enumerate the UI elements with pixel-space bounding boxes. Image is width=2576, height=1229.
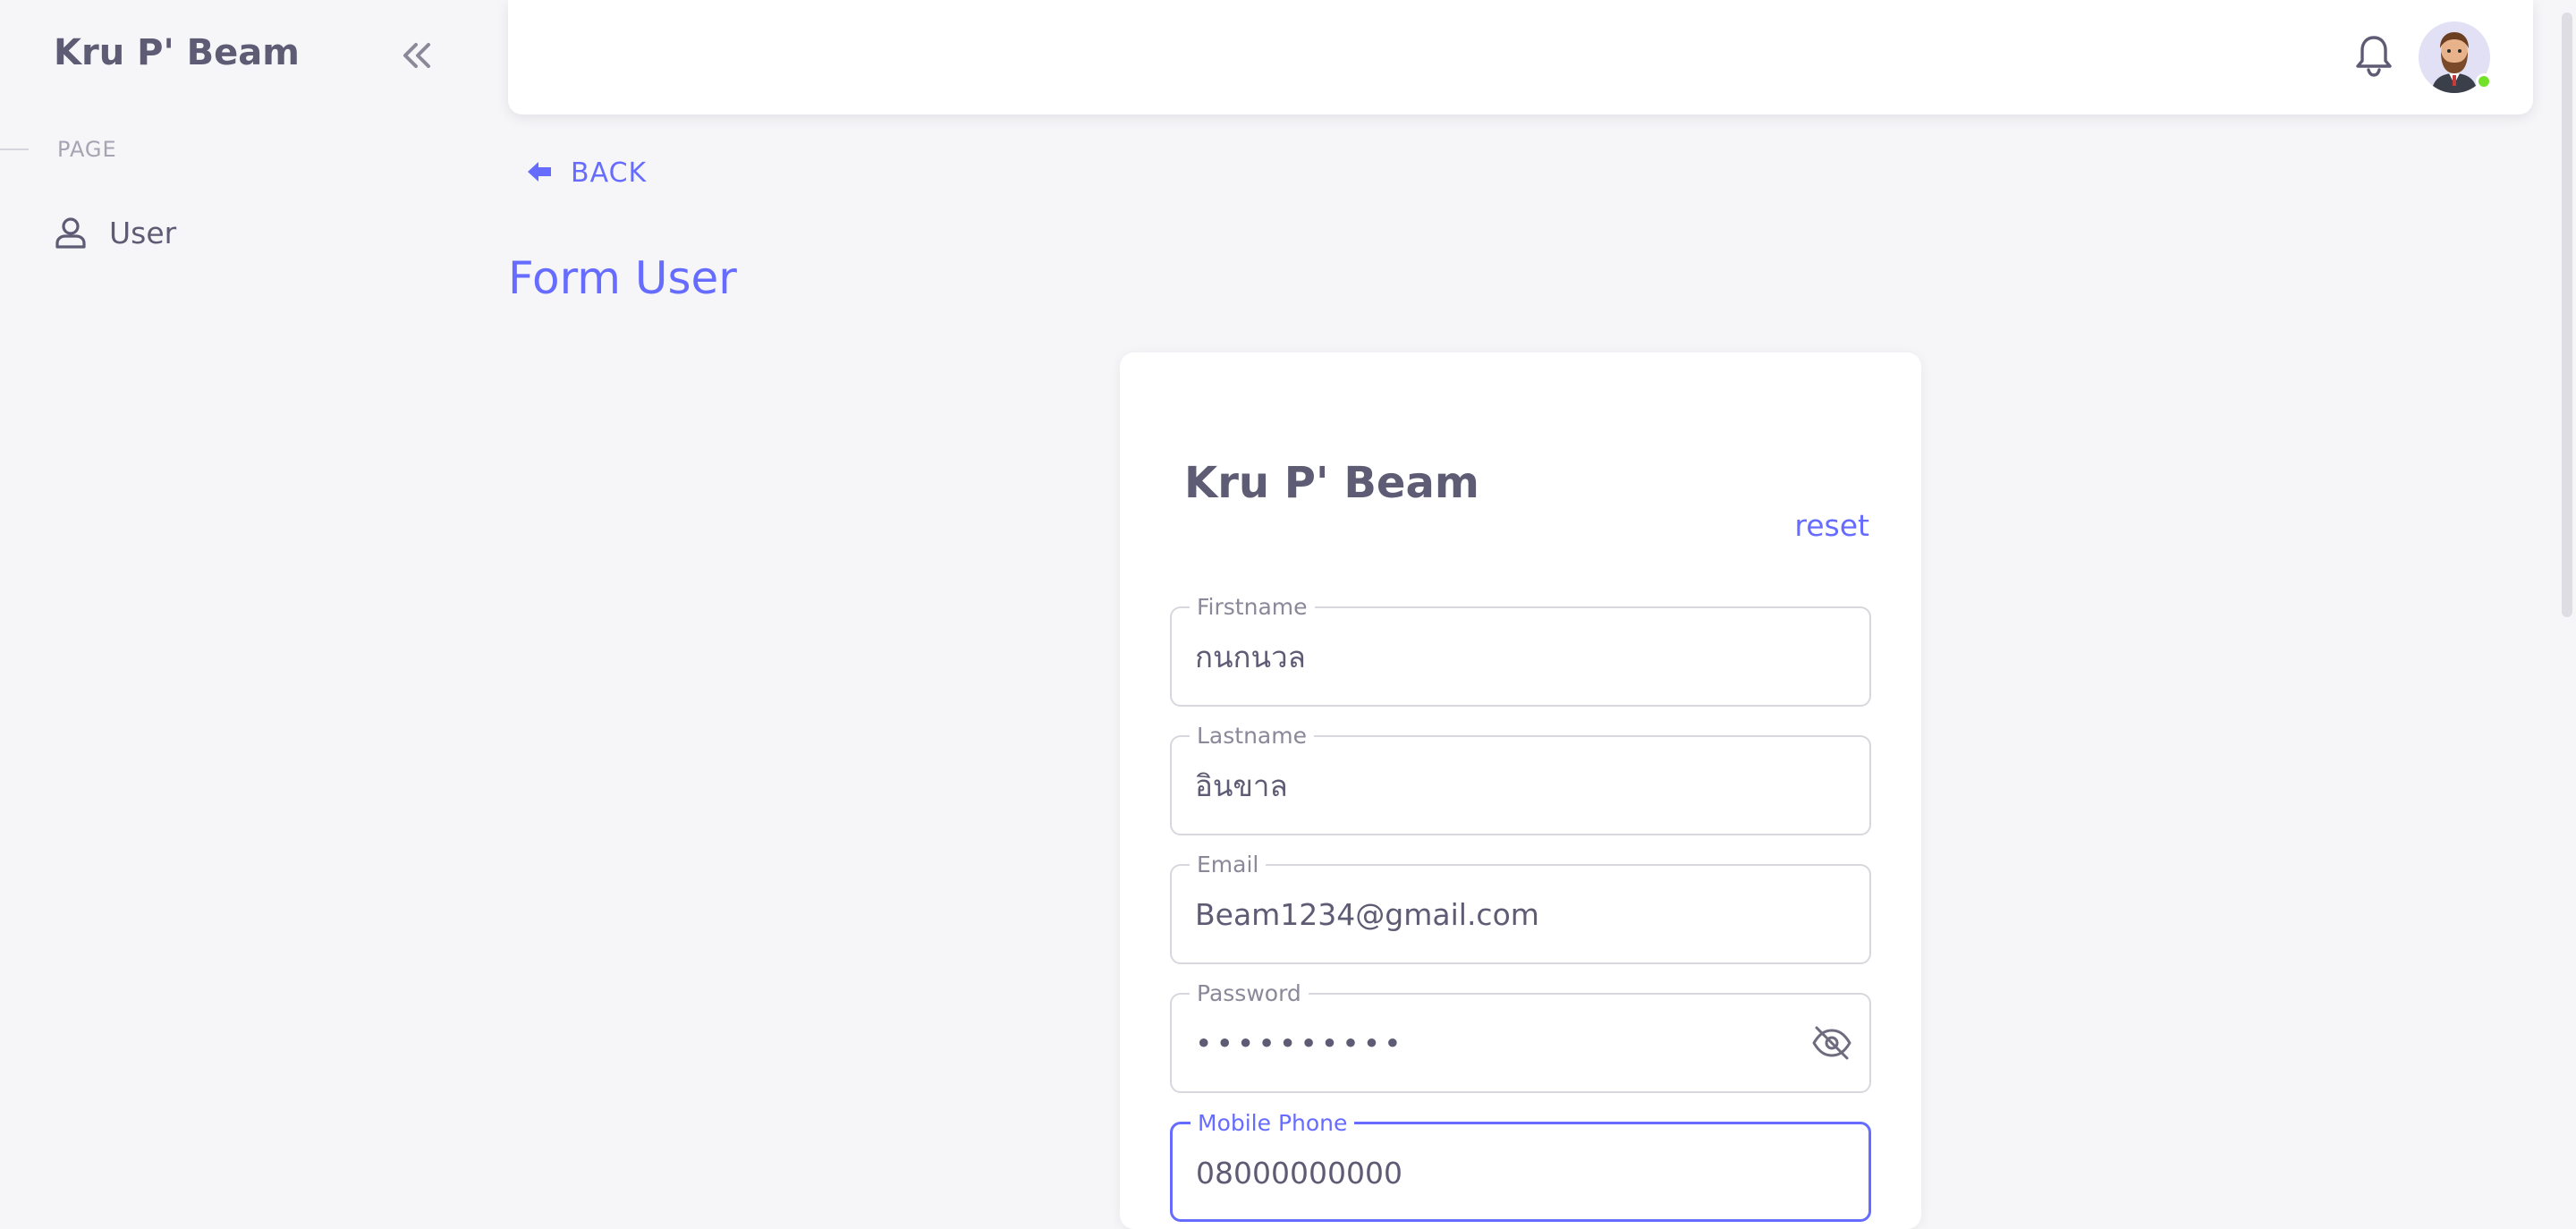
firstname-input[interactable] [1195, 608, 1821, 705]
reset-link[interactable]: reset [1794, 508, 1869, 543]
online-status-badge [2476, 73, 2492, 89]
mobile-phone-input[interactable] [1196, 1124, 1822, 1221]
lastname-field: Lastname [1170, 723, 1871, 835]
section-label: PAGE [57, 137, 117, 162]
notifications-button[interactable] [2349, 32, 2399, 82]
bell-icon [2354, 34, 2394, 81]
page-title: Form User [508, 252, 737, 304]
firstname-field: Firstname [1170, 594, 1871, 707]
back-label: BACK [571, 157, 648, 189]
sidebar-item-label: User [109, 215, 177, 250]
password-field: Password [1170, 980, 1871, 1093]
top-navbar [508, 0, 2533, 114]
card-title: Kru P' Beam [1184, 458, 1479, 508]
user-icon [54, 215, 89, 250]
brand-title: Kru P' Beam [54, 32, 300, 73]
sidebar-section-header: PAGE [0, 134, 358, 165]
eye-off-icon [1811, 1025, 1852, 1064]
password-input[interactable] [1195, 995, 1821, 1091]
mobile-phone-field: Mobile Phone [1170, 1110, 1871, 1222]
lastname-input[interactable] [1195, 737, 1821, 834]
sidebar-item-user[interactable]: User [32, 200, 426, 265]
arrow-left-icon [526, 159, 553, 188]
scrollbar-thumb[interactable] [2562, 13, 2572, 617]
user-form-card: Kru P' Beam reset Firstname Lastname Ema… [1120, 352, 1921, 1229]
sidebar: Kru P' Beam PAGE User [0, 0, 465, 1222]
email-input[interactable] [1195, 866, 1821, 962]
toggle-password-visibility-button[interactable] [1810, 1023, 1853, 1066]
email-field: Email [1170, 852, 1871, 964]
scrollbar[interactable] [2556, 0, 2576, 1222]
back-button[interactable]: BACK [526, 157, 647, 189]
section-divider [0, 148, 29, 150]
chevrons-left-icon [402, 42, 432, 72]
collapse-sidebar-button[interactable] [392, 34, 442, 81]
